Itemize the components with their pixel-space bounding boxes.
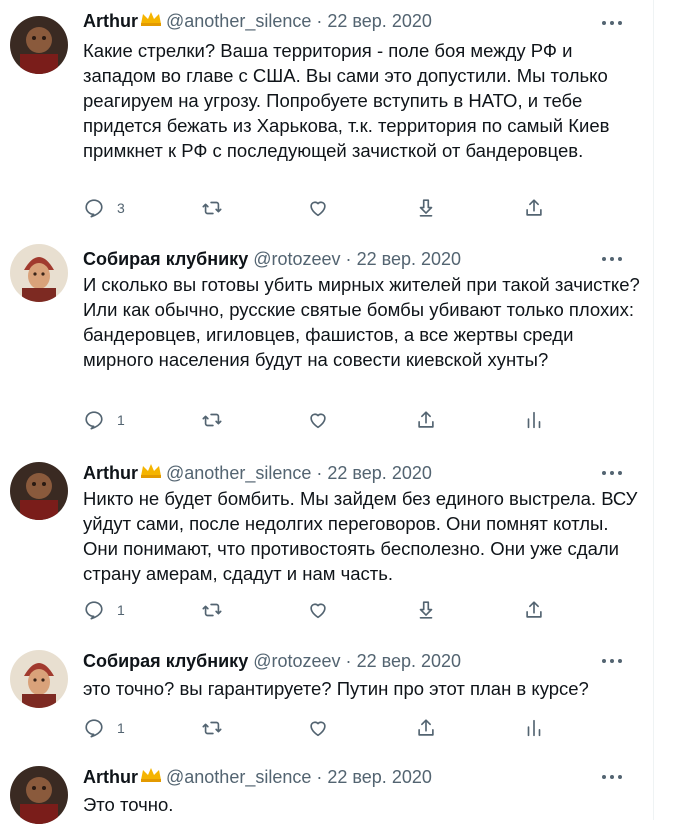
tweet-date[interactable]: 22 вер. 2020	[327, 767, 431, 787]
more-options-icon[interactable]	[602, 18, 628, 28]
author-handle[interactable]: @rotozeev	[253, 249, 340, 269]
share-icon	[418, 719, 434, 736]
right-edge-divider	[653, 0, 654, 820]
author-handle[interactable]: @another_silence	[166, 463, 311, 483]
share-icon	[526, 601, 542, 618]
analytics-icon	[527, 719, 541, 737]
crown-icon	[140, 763, 162, 789]
tweet-text: Какие стрелки? Ваша территория - поле бо…	[83, 40, 610, 161]
avatar[interactable]	[10, 244, 68, 302]
tweet-actions: 1	[83, 716, 623, 740]
reply-icon	[85, 199, 103, 218]
tweet-header: Arthur @another_silence · 22 вер. 2020	[83, 8, 432, 34]
reply-count: 1	[117, 720, 125, 736]
like-icon	[310, 201, 326, 217]
reply-count: 3	[117, 200, 125, 216]
author-handle[interactable]: @another_silence	[166, 767, 311, 787]
more-options-icon[interactable]	[602, 468, 628, 478]
more-options-icon[interactable]	[602, 254, 628, 264]
tweet-text: это точно? вы гарантируете? Путин про эт…	[83, 678, 589, 699]
share-button[interactable]	[415, 408, 437, 432]
reply-icon	[85, 411, 103, 430]
more-options-icon[interactable]	[602, 656, 628, 666]
tweet-header: Arthur @another_silence · 22 вер. 2020	[83, 460, 432, 486]
reply-icon	[85, 601, 103, 620]
download-button[interactable]	[415, 196, 437, 220]
retweet-icon	[202, 721, 222, 735]
share-button[interactable]	[415, 716, 437, 740]
retweet-icon	[202, 603, 222, 617]
like-button[interactable]	[307, 598, 329, 622]
avatar[interactable]	[10, 766, 68, 824]
like-icon	[310, 603, 326, 619]
separator-dot: ·	[345, 249, 352, 269]
separator-dot: ·	[345, 651, 352, 671]
author-name[interactable]: Arthur	[83, 767, 138, 787]
share-button[interactable]	[523, 196, 545, 220]
analytics-button[interactable]	[523, 408, 545, 432]
reply-count: 1	[117, 412, 125, 428]
author-name[interactable]: Arthur	[83, 463, 138, 483]
crown-icon	[140, 459, 162, 485]
author-handle[interactable]: @rotozeev	[253, 651, 340, 671]
reply-button[interactable]: 1	[83, 408, 125, 432]
avatar[interactable]	[10, 16, 68, 74]
tweet-date[interactable]: 22 вер. 2020	[327, 11, 431, 31]
like-icon	[310, 721, 326, 737]
tweet-text: Никто не будет бомбить. Мы зайдем без ед…	[83, 488, 638, 584]
retweet-button[interactable]	[201, 408, 223, 432]
avatar[interactable]	[10, 650, 68, 708]
tweet-header: Собирая клубнику @rotozeev · 22 вер. 202…	[83, 246, 461, 272]
share-button[interactable]	[523, 598, 545, 622]
tweet-header: Arthur @another_silence · 22 вер. 2020	[83, 764, 432, 790]
retweet-icon	[202, 413, 222, 427]
retweet-button[interactable]	[201, 716, 223, 740]
author-name[interactable]: Собирая клубнику	[83, 249, 248, 269]
tweet-text: И сколько вы готовы убить мирных жителей…	[83, 274, 640, 370]
tweet-actions: 1	[83, 598, 623, 622]
more-options-icon[interactable]	[602, 772, 628, 782]
tweet-date[interactable]: 22 вер. 2020	[327, 463, 431, 483]
reply-button[interactable]: 1	[83, 716, 125, 740]
tweet-actions: 3	[83, 196, 623, 220]
crown-icon	[140, 7, 162, 33]
download-icon	[419, 601, 433, 619]
tweet-header: Собирая клубнику @rotozeev · 22 вер. 202…	[83, 648, 461, 674]
like-icon	[310, 413, 326, 429]
share-icon	[526, 199, 542, 216]
reply-icon	[85, 719, 103, 738]
tweet-date[interactable]: 22 вер. 2020	[357, 651, 461, 671]
separator-dot: ·	[316, 11, 323, 31]
author-handle[interactable]: @another_silence	[166, 11, 311, 31]
separator-dot: ·	[316, 767, 323, 787]
share-icon	[418, 411, 434, 428]
reply-count: 1	[117, 602, 125, 618]
analytics-icon	[527, 411, 541, 429]
retweet-icon	[202, 201, 222, 215]
retweet-button[interactable]	[201, 196, 223, 220]
tweet-text: Это точно.	[83, 794, 174, 815]
like-button[interactable]	[307, 196, 329, 220]
avatar[interactable]	[10, 462, 68, 520]
retweet-button[interactable]	[201, 598, 223, 622]
download-button[interactable]	[415, 598, 437, 622]
analytics-button[interactable]	[523, 716, 545, 740]
like-button[interactable]	[307, 716, 329, 740]
tweet-actions: 1	[83, 408, 623, 432]
download-icon	[419, 199, 433, 217]
like-button[interactable]	[307, 408, 329, 432]
tweet-date[interactable]: 22 вер. 2020	[357, 249, 461, 269]
author-name[interactable]: Собирая клубнику	[83, 651, 248, 671]
reply-button[interactable]: 3	[83, 196, 125, 220]
author-name[interactable]: Arthur	[83, 11, 138, 31]
separator-dot: ·	[316, 463, 323, 483]
reply-button[interactable]: 1	[83, 598, 125, 622]
